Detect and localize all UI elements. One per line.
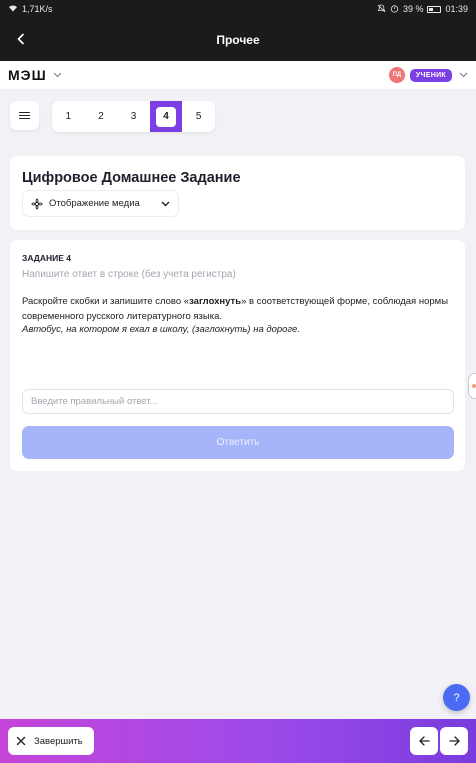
target-word: заглохнуть (189, 296, 242, 307)
page-item-5[interactable]: 5 (182, 101, 215, 132)
help-button[interactable]: ? (443, 684, 470, 711)
mesh-logo: МЭШ (8, 67, 47, 83)
page-item-3[interactable]: 3 (117, 101, 150, 132)
answer-input[interactable] (22, 389, 454, 414)
bottom-bar: Завершить (0, 719, 476, 763)
alarm-icon (390, 4, 399, 15)
task-example-sentence: Автобус, на котором я ехал в школу, (заг… (22, 324, 300, 335)
task-pager: 1 2 3 4 5 (52, 101, 215, 132)
network-speed: 1,71K/s (22, 4, 53, 14)
media-display-button[interactable]: Отображение медиа (22, 190, 179, 217)
submit-answer-button[interactable]: Ответить (22, 426, 454, 459)
role-badge: УЧЕНИК (409, 68, 452, 82)
close-icon (16, 736, 26, 746)
avatar: ПД (388, 67, 405, 83)
back-button[interactable] (10, 28, 32, 50)
title-card: Цифровое Домашнее Задание Отображение ме… (10, 156, 465, 230)
clock: 01:39 (445, 4, 468, 14)
page-item-4-active[interactable]: 4 (149, 101, 183, 132)
chevron-down-icon (161, 199, 170, 209)
finish-button[interactable]: Завершить (8, 727, 94, 755)
status-bar: 1,71K/s 39 % 01:39 (0, 0, 476, 18)
site-header: МЭШ ПД УЧЕНИК (0, 61, 476, 89)
task-hint: Напишите ответ в строке (без учета регис… (22, 269, 236, 280)
page-title: Цифровое Домашнее Задание (22, 170, 241, 186)
app-bar-title: Прочее (216, 32, 260, 47)
chevron-down-icon (53, 70, 62, 81)
task-number: ЗАДАНИЕ 4 (22, 253, 71, 263)
mute-icon (377, 4, 386, 15)
user-menu[interactable]: ПД УЧЕНИК (388, 67, 468, 83)
page-item-1[interactable]: 1 (52, 101, 85, 132)
task-card: ЗАДАНИЕ 4 Напишите ответ в строке (без у… (10, 240, 465, 471)
prev-task-button[interactable] (410, 727, 438, 755)
flower-icon (31, 197, 43, 210)
arrow-right-icon (448, 736, 460, 746)
chevron-down-icon (459, 70, 468, 81)
arrow-left-icon (418, 736, 430, 746)
page-item-2[interactable]: 2 (85, 101, 118, 132)
menu-button[interactable] (10, 101, 39, 130)
brand-switcher[interactable]: МЭШ (8, 67, 62, 83)
battery-icon (427, 5, 442, 13)
side-panel-handle[interactable] (468, 373, 476, 399)
task-instruction: Раскройте скобки и запишите слово «загло… (22, 296, 449, 322)
wifi-icon (8, 4, 18, 14)
hamburger-icon (19, 111, 30, 120)
arrow-left-icon (17, 33, 24, 45)
finish-label: Завершить (34, 735, 83, 747)
app-bar: Прочее (0, 18, 476, 61)
next-task-button[interactable] (440, 727, 468, 755)
media-display-label: Отображение медиа (49, 198, 140, 209)
battery-percent: 39 % (402, 4, 424, 14)
